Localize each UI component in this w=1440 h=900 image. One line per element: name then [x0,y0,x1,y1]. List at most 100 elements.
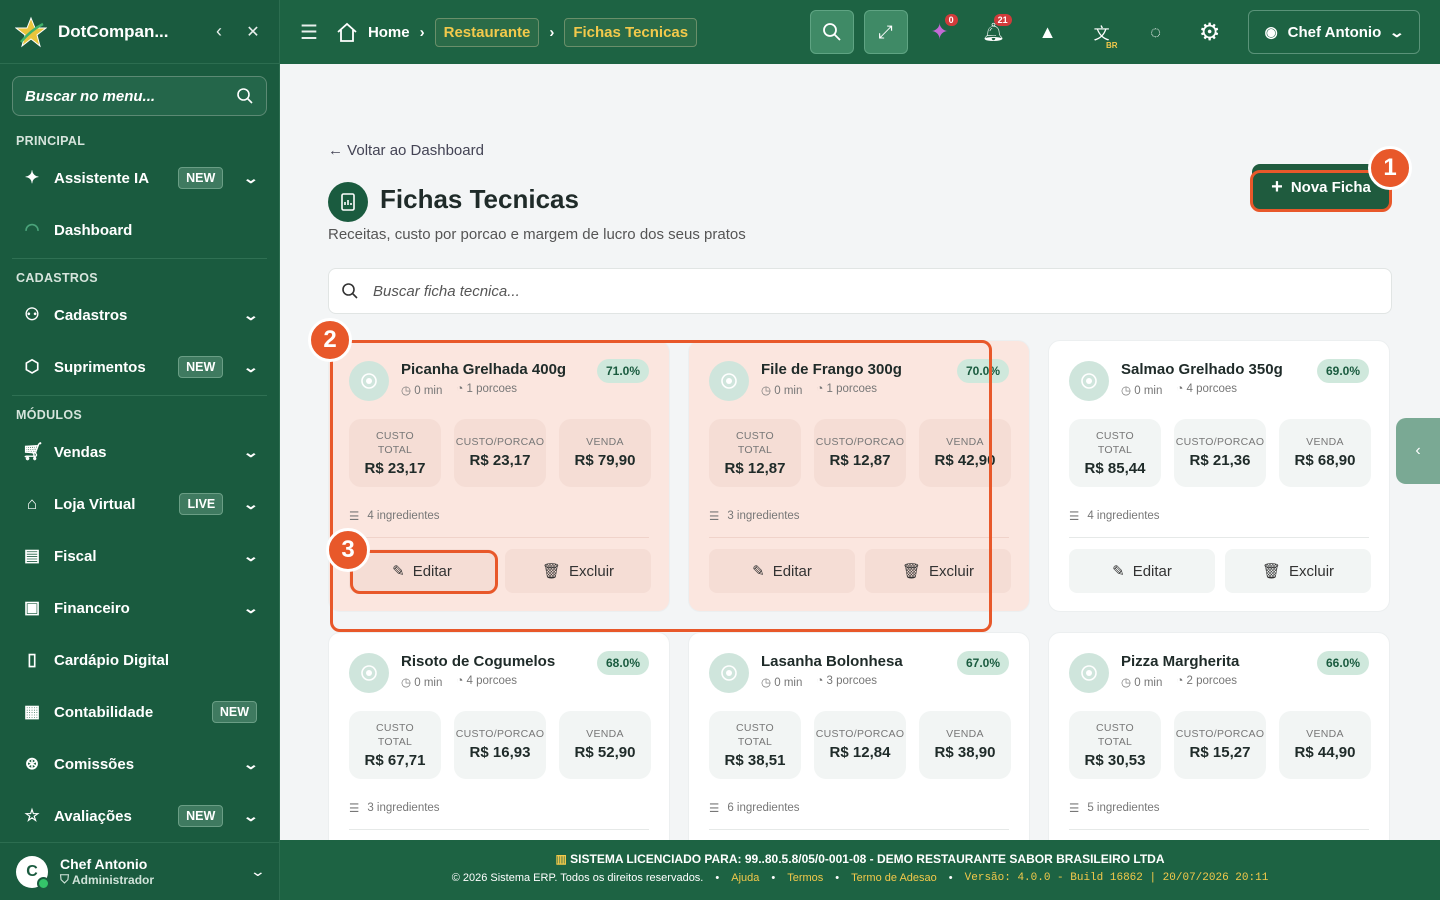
trash-icon: 🗑︎ [1261,563,1282,580]
stat-label: TOTAL [1097,736,1133,748]
footer-link-termos[interactable]: Termos [787,872,823,884]
stat-label: CUSTO [1095,430,1135,442]
back-link[interactable]: ← Voltar ao Dashboard [328,142,484,159]
chevron-down-icon: ⌄ [242,358,260,375]
stat-value: R$ 15,27 [1189,744,1251,761]
menu-search-input[interactable]: Buscar no menu... [12,76,267,116]
alerts-button[interactable]: ▲ [1026,10,1070,54]
stat-venda: VENDA R$ 44,90 [1279,711,1371,779]
stat-label: VENDA [946,728,984,740]
delete-label: Excluir [1289,562,1335,580]
sidebar-item-contabilidade[interactable]: ▦ Contabilidade NEW [0,686,279,738]
sparkle-icon: ✦ [24,168,40,187]
divider [12,395,267,396]
search-icon [237,88,253,104]
ingredients-label: 4 ingredientes [1087,510,1160,522]
license-icon: ▥ [555,852,567,866]
footer-link-ajuda[interactable]: Ajuda [731,872,759,884]
users-icon: ⚇ [24,305,40,324]
fullscreen-button[interactable]: ⤢ [863,10,908,54]
menu-icon[interactable]: ☰ [300,20,318,45]
stat-custo-total: CUSTO TOTAL R$ 30,53 [1069,711,1161,779]
sidebar-item-dashboard[interactable]: ◠ Dashboard [0,204,279,256]
breadcrumb-home[interactable]: Home [368,24,410,41]
sidebar-item-fiscal[interactable]: ▤ Fiscal ⌄ [0,530,279,582]
stat-custo-total: CUSTO TOTAL R$ 67,71 [349,711,441,779]
user-name: Chef Antonio [60,856,148,872]
stat-custo-porcao: CUSTO/PORCAO R$ 15,27 [1174,711,1266,779]
ingredients-label: 3 ingredientes [367,802,440,814]
delete-button[interactable]: 🗑︎ Excluir [1225,549,1371,593]
stat-custo-porcao: CUSTO/PORCAO R$ 21,36 [1174,419,1266,487]
chevron-down-icon: ⌄ [242,755,260,772]
sidebar-item-label: Financeiro [54,599,130,617]
main-content: ← Voltar ao Dashboard Fichas Tecnicas Re… [280,64,1440,840]
sidebar-user[interactable]: C Chef Antonio ⛉ Administrador ⌄ [0,842,280,900]
stat-value: R$ 38,51 [724,752,786,769]
sidebar-item-assistente-ia[interactable]: ✦ Assistente IA NEW ⌄ [0,152,279,204]
sidebar-item-label: Cadastros [54,306,128,324]
sidebar-item-suprimentos[interactable]: ⬡ Suprimentos NEW ⌄ [0,341,279,393]
ficha-name: Salmao Grelhado 350g [1121,361,1283,378]
breadcrumb-current: Fichas Tecnicas [564,17,698,47]
prep-time: 0 min [414,677,443,689]
sidebar: DotCompan... ‹ ✕ Buscar no menu... PRINC… [0,0,280,900]
breadcrumb-restaurante[interactable]: Restaurante [434,17,540,47]
ficha-card: Risoto de Cogumelos 68.0% ◷ 0 min ◔ 4 porco… [328,632,670,840]
ai-search-button[interactable] [809,10,854,54]
close-icon[interactable]: ✕ [241,22,265,42]
sidebar-item-loja-virtual[interactable]: ⌂ Loja Virtual LIVE ⌄ [0,478,279,530]
money-icon: ▣ [23,598,41,617]
sidebar-item-cadastros[interactable]: ⚇ Cadastros ⌄ [0,289,279,341]
stat-custo-porcao: CUSTO/PORCAO R$ 16,93 [454,711,546,779]
ai-notifications-button[interactable]: ✦ 0 [918,10,962,54]
edit-button[interactable]: ✎ Editar [1069,549,1215,593]
ingredients-count: ☰ 6 ingredientes [709,801,800,815]
sidebar-item-vendas[interactable]: 🛒︎ Vendas ⌄ [0,426,279,478]
section-principal: PRINCIPAL [16,134,86,148]
stat-label: TOTAL [377,736,413,748]
divider [709,829,1009,830]
whatsapp-button[interactable]: ◌ [1134,10,1178,54]
sidebar-item-financeiro[interactable]: ▣ Financeiro ⌄ [0,582,279,634]
breadcrumb-separator: › [549,23,555,41]
stat-value: R$ 68,90 [1294,452,1356,469]
collapse-chevron-icon[interactable]: ‹ [207,21,231,42]
portions: 3 porcoes [826,675,878,687]
dish-icon [709,653,749,693]
notifications-button[interactable]: 🔔︎ 21 [972,10,1016,54]
margin-badge: 66.0% [1316,651,1369,675]
gear-icon: ⚙ [1198,18,1221,46]
sidebar-item-label: Cardápio Digital [54,651,170,669]
chevron-down-icon: ⌄ [1388,23,1406,40]
sidebar-item-label: Loja Virtual [54,495,136,513]
clock-icon: ◷ [761,677,772,689]
ficha-search-input[interactable]: Buscar ficha tecnica... [328,268,1392,314]
expand-icon: ⤢ [878,21,893,42]
prep-time: 0 min [1134,677,1163,689]
sidebar-item-avaliacoes[interactable]: ☆ Avaliações NEW ⌄ [0,790,279,842]
footer-link-termo-adesao[interactable]: Termo de Adesao [851,872,937,884]
stat-value: R$ 38,90 [934,744,996,761]
stat-label: CUSTO/PORCAO [455,728,545,740]
dish-icon [1069,361,1109,401]
portions: 2 porcoes [1186,675,1238,687]
settings-button[interactable]: ⚙ [1188,10,1232,54]
sidebar-item-cardapio-digital[interactable]: ▯ Cardápio Digital [0,634,279,686]
chevron-down-icon: ⌄ [242,599,260,616]
chevron-left-icon: ‹ [1415,442,1421,459]
stat-label: CUSTO/PORCAO [1175,728,1265,740]
stat-label: CUSTO [1095,722,1135,734]
new-badge: NEW [178,805,224,827]
language-button[interactable]: 文 BR [1080,10,1124,54]
stat-value: R$ 44,90 [1294,744,1356,761]
margin-badge: 68.0% [596,651,649,675]
user-menu-button[interactable]: ◉ Chef Antonio ⌄ [1247,10,1420,54]
breadcrumb: Home › Restaurante › Fichas Tecnicas [336,17,698,47]
pencil-icon: ✎ [1112,563,1125,580]
sidebar-item-comissoes[interactable]: ⊛ Comissões ⌄ [0,738,279,790]
side-panel-toggle[interactable]: ‹ [1396,418,1440,484]
live-badge: LIVE [179,493,224,515]
stat-custo-total: CUSTO TOTAL R$ 38,51 [709,711,801,779]
section-cadastros: CADASTROS [16,271,98,285]
